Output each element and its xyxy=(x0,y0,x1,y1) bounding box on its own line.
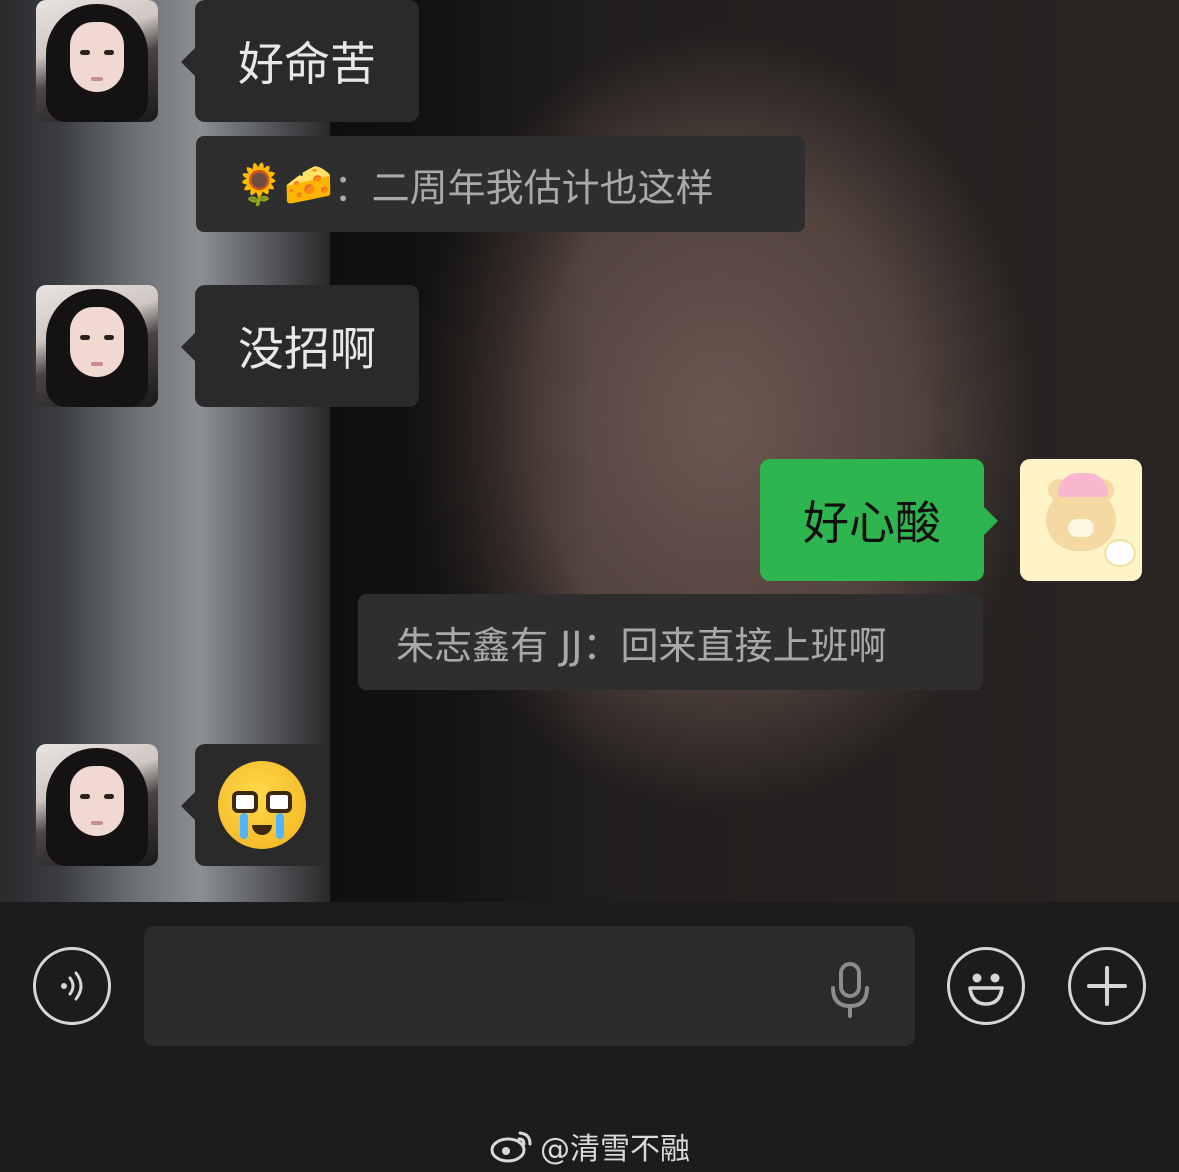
quoted-reply[interactable]: 🌻 🧀 ：二周年我估计也这样 xyxy=(196,136,805,232)
message-bubble[interactable] xyxy=(181,744,329,866)
voice-button[interactable] xyxy=(33,947,111,1025)
crying-face-icon xyxy=(218,761,306,849)
chat-area: 好命苦 🌻 🧀 ：二周年我估计也这样 没招啊 好心酸 朱志鑫有 JJ：回来直接上… xyxy=(0,0,1179,902)
smiley-icon xyxy=(968,973,1004,1006)
message-text: 没招啊 xyxy=(238,322,376,376)
quoted-reply[interactable]: 朱志鑫有 JJ：回来直接上班啊 xyxy=(358,594,983,690)
sunflower-icon: 🌻 xyxy=(234,161,284,208)
message-bubble[interactable]: 没招啊 xyxy=(181,285,419,407)
weibo-icon xyxy=(490,1131,532,1163)
emoji-button[interactable] xyxy=(947,947,1025,1025)
more-button[interactable] xyxy=(1068,947,1146,1025)
message-bubble[interactable]: 好命苦 xyxy=(181,0,419,122)
message-text: 好心酸 xyxy=(803,496,941,550)
contact-avatar[interactable] xyxy=(36,285,158,407)
input-bar: @清雪不融 xyxy=(0,902,1179,1172)
weibo-watermark: @清雪不融 xyxy=(490,1124,690,1168)
voice-icon xyxy=(61,971,83,1001)
contact-avatar[interactable] xyxy=(36,0,158,122)
quote-text: ：二周年我估计也这样 xyxy=(333,165,714,210)
cheese-icon: 🧀 xyxy=(283,161,334,208)
mic-icon[interactable] xyxy=(828,962,872,1018)
watermark-handle: @清雪不融 xyxy=(540,1132,690,1167)
quote-text: 朱志鑫有 JJ：回来直接上班啊 xyxy=(396,623,887,668)
plus-icon xyxy=(1087,966,1127,1006)
message-text: 好命苦 xyxy=(238,37,376,91)
message-input[interactable] xyxy=(144,926,915,1046)
my-avatar[interactable] xyxy=(1020,459,1142,581)
my-message-bubble[interactable]: 好心酸 xyxy=(760,459,998,581)
contact-avatar[interactable] xyxy=(36,744,158,866)
